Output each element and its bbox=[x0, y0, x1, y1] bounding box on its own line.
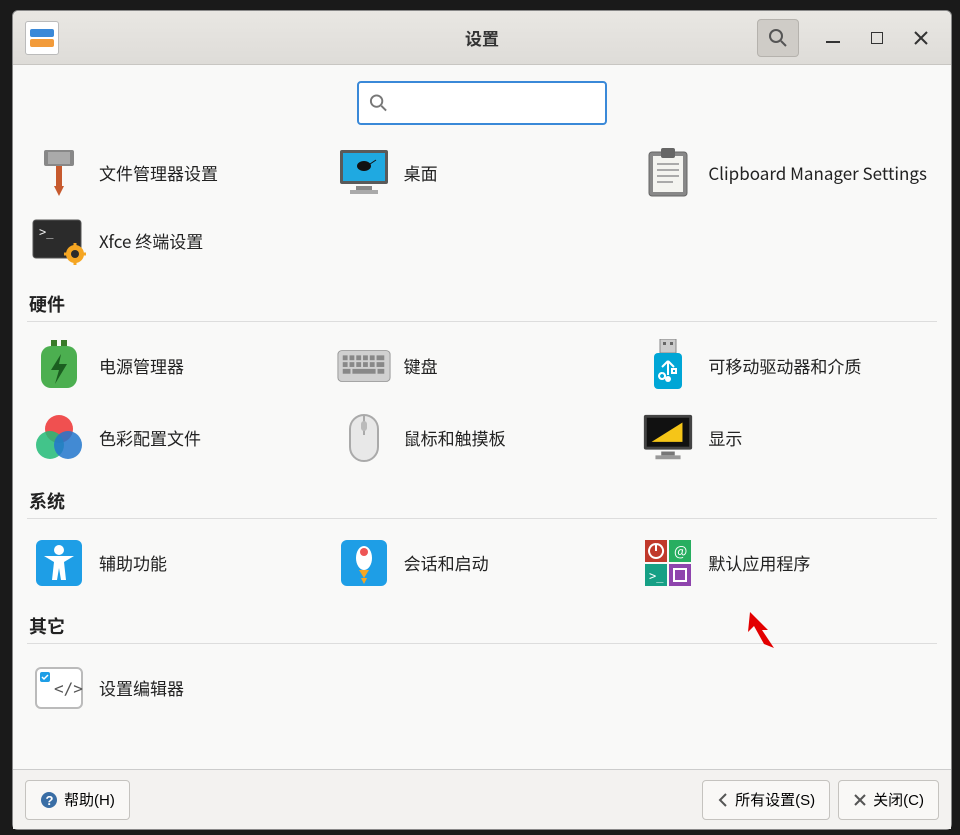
power-icon bbox=[31, 338, 87, 394]
settings-content: 文件管理器设置 桌面 bbox=[13, 139, 951, 769]
item-keyboard[interactable]: 键盘 bbox=[332, 332, 633, 400]
section-other-items: </> 设置编辑器 bbox=[27, 654, 937, 722]
window-title: 设置 bbox=[465, 25, 499, 50]
section-header-other: 其它 bbox=[27, 603, 937, 644]
svg-text:>_: >_ bbox=[39, 225, 54, 239]
search-icon bbox=[369, 93, 388, 113]
help-button[interactable]: ? 帮助(H) bbox=[25, 780, 130, 820]
close-icon bbox=[853, 793, 867, 807]
default-apps-icon: @ >_ bbox=[640, 535, 696, 591]
titlebar: 设置 bbox=[13, 11, 951, 65]
item-label: 默认应用程序 bbox=[708, 552, 810, 574]
svg-text:?: ? bbox=[46, 793, 54, 808]
all-settings-button[interactable]: 所有设置(S) bbox=[702, 780, 830, 820]
item-file-manager-settings[interactable]: 文件管理器设置 bbox=[27, 139, 328, 207]
item-label: 键盘 bbox=[404, 355, 438, 377]
tool-icon bbox=[31, 145, 87, 201]
item-clipboard-manager[interactable]: Clipboard Manager Settings bbox=[636, 139, 937, 207]
item-color-profiles[interactable]: 色彩配置文件 bbox=[27, 404, 328, 472]
item-session-startup[interactable]: 会话和启动 bbox=[332, 529, 633, 597]
item-settings-editor[interactable]: </> 设置编辑器 bbox=[27, 654, 328, 722]
section-system-items: 辅助功能 会话和启动 bbox=[27, 529, 937, 597]
item-label: 鼠标和触摸板 bbox=[404, 427, 506, 449]
item-removable-drives[interactable]: 可移动驱动器和介质 bbox=[636, 332, 937, 400]
search-input[interactable] bbox=[396, 95, 595, 112]
close-button[interactable] bbox=[911, 28, 931, 48]
settings-window: 设置 bbox=[12, 10, 952, 830]
search-box[interactable] bbox=[357, 81, 607, 125]
color-icon bbox=[31, 410, 87, 466]
item-label: 电源管理器 bbox=[99, 355, 184, 377]
section-header-hardware: 硬件 bbox=[27, 281, 937, 322]
search-icon bbox=[768, 28, 788, 48]
close-icon bbox=[914, 31, 928, 45]
item-label: 桌面 bbox=[404, 162, 438, 184]
help-icon: ? bbox=[40, 791, 58, 809]
close-label: 关闭(C) bbox=[873, 789, 924, 810]
maximize-icon bbox=[871, 32, 883, 44]
item-xfce-terminal[interactable]: >_ Xfce 终端设置 bbox=[27, 207, 328, 275]
minimize-button[interactable] bbox=[823, 28, 843, 48]
item-label: 显示 bbox=[708, 427, 742, 449]
maximize-button[interactable] bbox=[867, 28, 887, 48]
top-partial-row: 文件管理器设置 桌面 bbox=[27, 139, 937, 207]
footer: ? 帮助(H) 所有设置(S) 关闭(C) bbox=[13, 769, 951, 829]
item-desktop[interactable]: 桌面 bbox=[332, 139, 633, 207]
extra-row: >_ Xfce 终端设置 bbox=[27, 207, 937, 275]
settings-app-icon bbox=[25, 21, 59, 55]
item-label: Clipboard Manager Settings bbox=[708, 162, 927, 184]
item-accessibility[interactable]: 辅助功能 bbox=[27, 529, 328, 597]
keyboard-icon bbox=[336, 338, 392, 394]
clipboard-icon bbox=[640, 145, 696, 201]
item-label: 可移动驱动器和介质 bbox=[708, 355, 861, 377]
section-hardware-items: 电源管理器 键盘 bbox=[27, 332, 937, 472]
item-label: 会话和启动 bbox=[404, 552, 489, 574]
help-label: 帮助(H) bbox=[64, 789, 115, 810]
svg-text:>_: >_ bbox=[649, 569, 664, 583]
item-label: 文件管理器设置 bbox=[99, 162, 218, 184]
chevron-left-icon bbox=[717, 793, 729, 807]
svg-text:@: @ bbox=[674, 541, 687, 561]
search-bar bbox=[13, 65, 951, 139]
display-icon bbox=[640, 410, 696, 466]
editor-icon: </> bbox=[31, 660, 87, 716]
item-label: 设置编辑器 bbox=[99, 677, 184, 699]
session-icon bbox=[336, 535, 392, 591]
svg-text:</>: </> bbox=[54, 679, 83, 698]
item-display[interactable]: 显示 bbox=[636, 404, 937, 472]
item-label: Xfce 终端设置 bbox=[99, 230, 203, 252]
usb-icon bbox=[640, 338, 696, 394]
all-settings-label: 所有设置(S) bbox=[735, 789, 815, 810]
accessibility-icon bbox=[31, 535, 87, 591]
section-header-system: 系统 bbox=[27, 478, 937, 519]
item-label: 辅助功能 bbox=[99, 552, 167, 574]
close-settings-button[interactable]: 关闭(C) bbox=[838, 780, 939, 820]
mouse-icon bbox=[336, 410, 392, 466]
item-mouse-touchpad[interactable]: 鼠标和触摸板 bbox=[332, 404, 633, 472]
item-label: 色彩配置文件 bbox=[99, 427, 201, 449]
desktop-icon bbox=[336, 145, 392, 201]
terminal-icon: >_ bbox=[31, 213, 87, 269]
search-button[interactable] bbox=[757, 19, 799, 57]
item-power-manager[interactable]: 电源管理器 bbox=[27, 332, 328, 400]
item-default-applications[interactable]: @ >_ 默认应用程序 bbox=[636, 529, 937, 597]
minimize-icon bbox=[826, 31, 840, 45]
window-controls bbox=[823, 28, 931, 48]
